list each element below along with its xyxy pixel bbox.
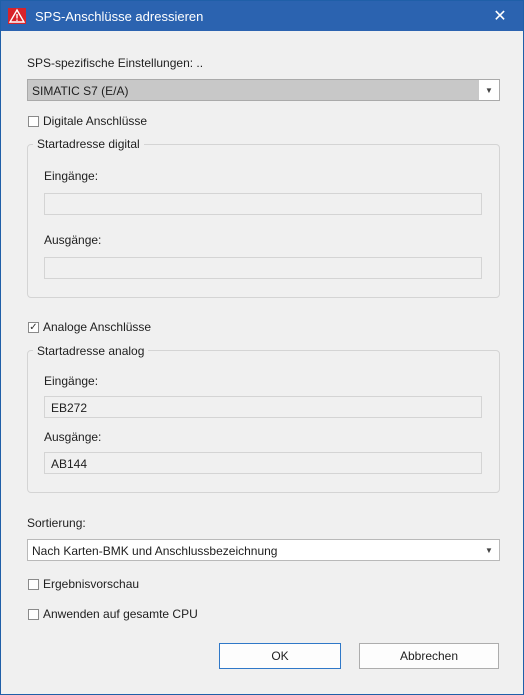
plc-settings-label: SPS-spezifische Einstellungen: ..	[27, 56, 204, 70]
digital-checkbox-box[interactable]	[28, 115, 39, 127]
digital-group-title: Startadresse digital	[33, 137, 144, 151]
digital-inputs-field[interactable]	[44, 193, 482, 215]
preview-checkbox-box[interactable]	[28, 578, 39, 590]
cancel-button[interactable]: Abbrechen	[359, 643, 499, 669]
plc-settings-value: SIMATIC S7 (E/A)	[32, 84, 129, 98]
analog-inputs-field[interactable]: EB272	[44, 396, 482, 418]
window-title: SPS-Anschlüsse adressieren	[35, 9, 204, 24]
plc-settings-dropdown[interactable]: SIMATIC S7 (E/A) ▼	[27, 79, 500, 101]
digital-outputs-field[interactable]	[44, 257, 482, 279]
dialog-window: SPS-Anschlüsse adressieren ✕ SPS-spezifi…	[0, 0, 524, 695]
sorting-label: Sortierung:	[27, 516, 86, 530]
digital-outputs-label: Ausgänge:	[44, 233, 102, 247]
analog-group-title: Startadresse analog	[33, 344, 149, 358]
analog-outputs-label: Ausgänge:	[44, 430, 102, 444]
analog-checkbox-box[interactable]: ✓	[28, 321, 39, 333]
digital-checkbox-label: Digitale Anschlüsse	[43, 114, 148, 128]
apply-cpu-checkbox[interactable]: Anwenden auf gesamte CPU	[28, 607, 198, 621]
title-bar: SPS-Anschlüsse adressieren ✕	[1, 1, 523, 31]
ok-button[interactable]: OK	[219, 643, 341, 669]
sorting-dropdown[interactable]: Nach Karten-BMK und Anschlussbezeichnung…	[27, 539, 500, 561]
preview-checkbox[interactable]: Ergebnisvorschau	[28, 577, 139, 591]
warning-triangle-icon	[8, 8, 26, 24]
close-icon: ✕	[493, 8, 507, 25]
analog-checkbox-label: Analoge Anschlüsse	[43, 320, 152, 334]
preview-checkbox-label: Ergebnisvorschau	[43, 577, 140, 591]
analog-inputs-label: Eingänge:	[44, 374, 99, 388]
digital-checkbox[interactable]: Digitale Anschlüsse	[28, 114, 147, 128]
apply-cpu-checkbox-label: Anwenden auf gesamte CPU	[43, 607, 198, 621]
sorting-value: Nach Karten-BMK und Anschlussbezeichnung	[32, 544, 278, 558]
analog-outputs-field[interactable]: AB144	[44, 452, 482, 474]
close-button[interactable]: ✕	[477, 1, 523, 31]
apply-cpu-checkbox-box[interactable]	[28, 608, 39, 620]
chevron-down-icon: ▼	[485, 545, 493, 555]
analog-checkbox[interactable]: ✓ Analoge Anschlüsse	[28, 320, 151, 334]
chevron-down-icon: ▼	[478, 80, 499, 100]
digital-inputs-label: Eingänge:	[44, 169, 99, 183]
